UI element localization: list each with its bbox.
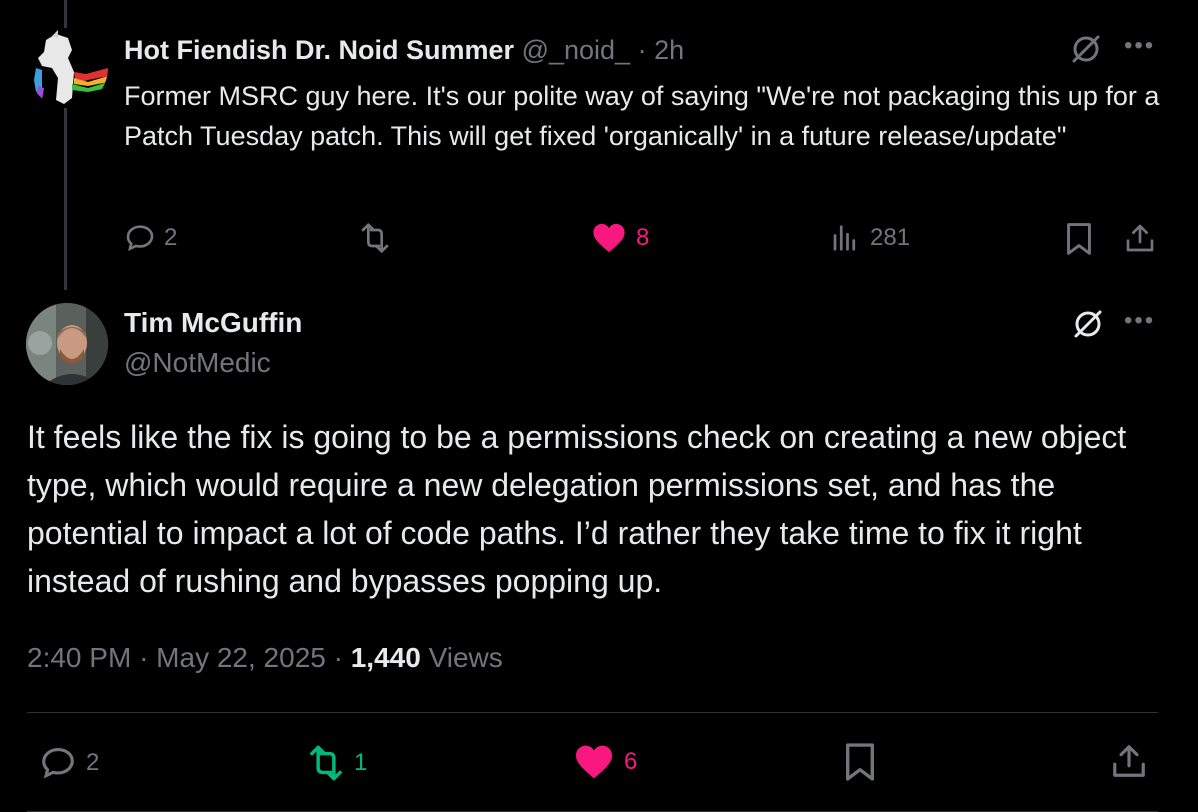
repost-button[interactable] [356,222,400,254]
author-handle[interactable]: @_noid_ [522,35,631,65]
avatar[interactable] [26,303,108,385]
reply-count: 2 [86,749,100,776]
tweet-date[interactable]: May 22, 2025 [156,642,326,673]
bookmark-button[interactable] [842,742,878,782]
heart-icon [576,745,612,779]
share-button[interactable] [1124,222,1156,254]
repost-button[interactable]: 1 [304,744,367,782]
tweet-text: It feels like the fix is going to be a p… [27,419,1127,599]
tweet-meta: 2:40 PM · May 22, 2025 · 1,440 Views [27,640,503,676]
reply-icon [42,747,74,779]
like-button[interactable]: 6 [574,744,637,780]
separator: · [637,35,647,65]
views-icon [833,225,856,251]
reply-button[interactable]: 2 [38,744,99,782]
more-icon[interactable]: ••• [1124,32,1155,60]
reply-button[interactable]: 2 [124,222,177,254]
repost-count: 1 [354,749,368,776]
timestamp[interactable]: 2h [654,35,684,65]
separator: · [333,642,343,673]
separator: · [139,642,149,673]
repost-icon [310,745,342,781]
more-icon[interactable]: ••• [1124,307,1155,335]
avatar[interactable] [28,28,108,108]
grok-icon[interactable] [1070,306,1106,342]
views-count: 281 [870,224,911,251]
reply-tweet[interactable]: Hot Fiendish Dr. Noid Summer @_noid_ · 2… [0,0,1198,290]
like-button[interactable]: 8 [592,222,649,254]
views-button[interactable]: 281 [830,222,910,254]
author-name[interactable]: Hot Fiendish Dr. Noid Summer [124,35,514,65]
reply-header: Hot Fiendish Dr. Noid Summer @_noid_ · 2… [124,33,684,67]
like-count: 8 [636,224,650,251]
author-name[interactable]: Tim McGuffin [124,306,302,340]
reply-icon [126,225,154,252]
divider [27,712,1158,713]
reply-text: Former MSRC guy here. It's our polite wa… [124,81,1160,151]
bookmark-button[interactable] [1064,222,1094,256]
tweet-time[interactable]: 2:40 PM [27,642,131,673]
reply-count: 2 [164,224,178,251]
share-button[interactable] [1110,742,1148,780]
bookmark-icon [846,743,875,781]
like-count: 6 [624,748,638,775]
views-label: Views [428,642,503,673]
bookmark-icon [1067,223,1091,255]
share-icon [1113,745,1145,777]
unicorn-avatar-icon [28,28,108,108]
view-count: 1,440 [350,642,421,673]
author-handle[interactable]: @NotMedic [124,346,271,380]
share-icon [1126,224,1154,252]
heart-icon [593,223,625,253]
profile-photo-icon [26,303,108,385]
repost-icon [361,223,389,253]
grok-icon[interactable] [1068,31,1104,67]
